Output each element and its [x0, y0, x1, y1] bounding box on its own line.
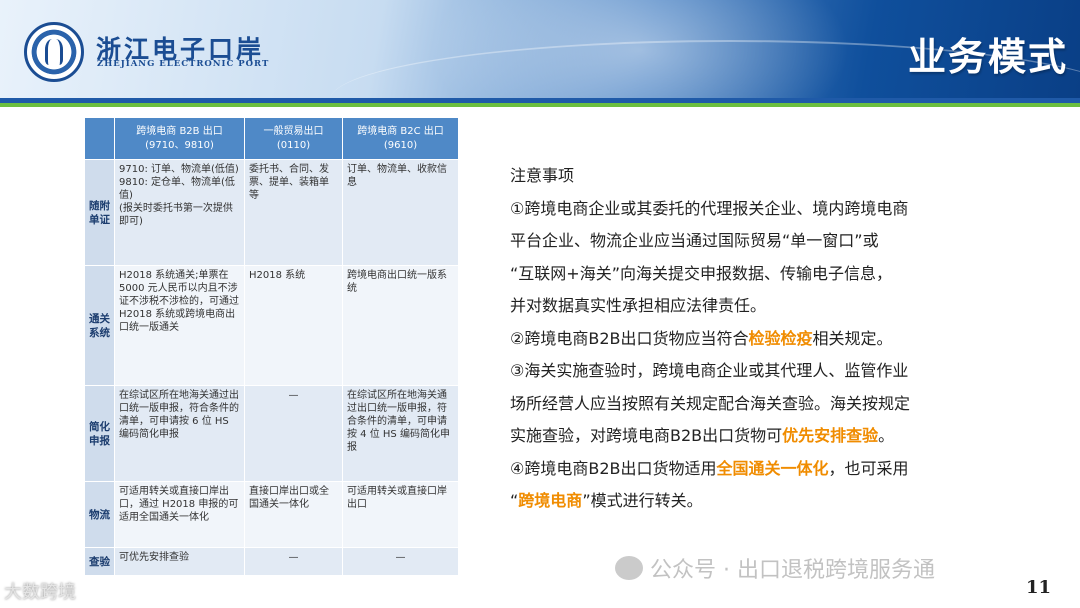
note-text: ④跨境电商B2B出口货物适用: [510, 458, 717, 478]
table-corner: [84, 117, 115, 160]
note-highlight: 检验检疫: [748, 328, 813, 348]
table-row: 查验 可优先安排查验 — —: [84, 547, 459, 576]
note-line: 实施查验，对跨境电商B2B出口货物可优先安排查验。: [510, 420, 966, 453]
row-header-logistics: 物流: [84, 481, 115, 548]
column-header-general-trade: 一般贸易出口 (0110): [244, 117, 343, 160]
note-line: 场所经营人应当按照有关规定配合海关查验。海关按规定: [510, 393, 911, 413]
note-line: 平台企业、物流企业应当通过国际贸易“单一窗口”或: [510, 231, 879, 250]
notes-panel: 注意事项 ①跨境电商企业或其委托的代理报关企业、境内跨境电商 平台企业、物流企业…: [510, 160, 966, 518]
note-line: “跨境电商”模式进行转关。: [510, 485, 966, 518]
table-cell: 9710: 订单、物流单(低值) 9810: 定仓单、物流单(低值) (报关时委…: [114, 159, 245, 266]
table-row: 物流 可适用转关或直接口岸出口，通过 H2018 申报的可适用全国通关一体化 直…: [84, 481, 459, 548]
column-header-b2b: 跨境电商 B2B 出口 (9710、9810): [114, 117, 245, 160]
note-line: ①跨境电商企业或其委托的代理报关企业、境内跨境电商: [510, 198, 909, 218]
column-code: (0110): [276, 139, 311, 151]
row-header-documents: 随附单证: [84, 159, 115, 266]
table-cell: —: [244, 385, 343, 482]
table-cell: 跨境电商出口统一版系统: [342, 265, 459, 386]
column-name: 跨境电商 B2C 出口: [357, 125, 444, 137]
table-cell: 委托书、合同、发票、提单、装箱单等: [244, 159, 343, 266]
watermark-left: 大数跨境: [4, 582, 76, 603]
page-title: 业务模式: [907, 35, 1068, 79]
note-line: ②跨境电商B2B出口货物应当符合检验检疫相关规定。: [510, 323, 966, 356]
note-highlight: 全国通关一体化: [716, 458, 829, 478]
notes-title: 注意事项: [510, 166, 575, 185]
row-header-clearance-system: 通关系统: [84, 265, 115, 386]
page-number: 11: [1026, 577, 1052, 598]
column-name: 跨境电商 B2B 出口: [136, 125, 223, 137]
note-text: ②跨境电商B2B出口货物应当符合: [510, 328, 749, 348]
column-header-b2c: 跨境电商 B2C 出口 (9610): [342, 117, 459, 160]
table-cell: 直接口岸出口或全国通关一体化: [244, 481, 343, 548]
table-cell: 在综试区所在地海关通过出口统一版申报，符合条件的清单，可申请按 6 位 HS 编…: [114, 385, 245, 482]
table-cell: —: [244, 547, 343, 576]
row-header-inspection: 查验: [84, 547, 115, 576]
watermark-right: 公众号 · 出口退税跨境服务通: [650, 558, 935, 583]
table-cell: H2018 系统: [244, 265, 343, 386]
note-text: 相关规定。: [812, 328, 893, 348]
table-row: 通关系统 H2018 系统通关;单票在 5000 元人民币以内且不涉证不涉税不涉…: [84, 265, 459, 386]
note-highlight: 跨境电商: [518, 491, 583, 510]
note-text: 。: [878, 426, 895, 445]
note-highlight: 优先安排查验: [782, 426, 879, 445]
logo-text-en: ZHEJIANG ELECTRONIC PORT: [97, 59, 270, 69]
table-row: 简化申报 在综试区所在地海关通过出口统一版申报，符合条件的清单，可申请按 6 位…: [84, 385, 459, 482]
column-name: 一般贸易出口: [263, 125, 324, 137]
note-line: 并对数据真实性承担相应法律责任。: [510, 296, 767, 315]
table-cell: —: [342, 547, 459, 576]
table-cell: 在综试区所在地海关通过出口统一版申报，符合条件的清单，可申请按 4 位 HS 编…: [342, 385, 459, 482]
column-code: (9710、9810): [145, 139, 214, 151]
table-row: 随附单证 9710: 订单、物流单(低值) 9810: 定仓单、物流单(低值) …: [84, 159, 459, 266]
table-cell: H2018 系统通关;单票在 5000 元人民币以内且不涉证不涉税不涉检的，可通…: [114, 265, 245, 386]
customs-emblem-icon: [24, 22, 84, 82]
note-line: “互联网+海关”向海关提交申报数据、传输电子信息，: [510, 263, 892, 283]
table-cell: 订单、物流单、收款信息: [342, 159, 459, 266]
table-cell: 可优先安排查验: [114, 547, 245, 576]
table-cell: 可适用转关或直接口岸出口: [342, 481, 459, 548]
note-line: ③海关实施查验时，跨境电商企业或其代理人、监管作业: [510, 361, 909, 380]
table-header-row: 跨境电商 B2B 出口 (9710、9810) 一般贸易出口 (0110) 跨境…: [84, 117, 459, 160]
note-text: ，也可采用: [828, 458, 909, 478]
table-cell: 可适用转关或直接口岸出口，通过 H2018 申报的可适用全国通关一体化: [114, 481, 245, 548]
comparison-table: 跨境电商 B2B 出口 (9710、9810) 一般贸易出口 (0110) 跨境…: [84, 117, 459, 576]
header-stripe-green: [0, 103, 1080, 107]
note-line: ④跨境电商B2B出口货物适用全国通关一体化，也可采用: [510, 453, 966, 486]
note-text: ”模式进行转关。: [582, 491, 703, 510]
wechat-icon: [615, 556, 643, 580]
note-text: 实施查验，对跨境电商B2B出口货物可: [510, 426, 783, 445]
row-header-simplified-declaration: 简化申报: [84, 385, 115, 482]
column-code: (9610): [383, 139, 418, 151]
